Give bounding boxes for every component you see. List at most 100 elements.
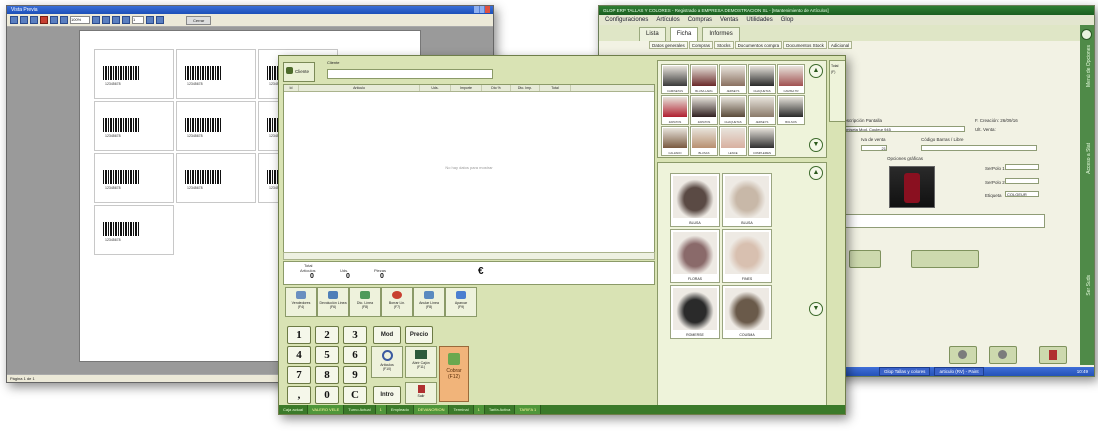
menu-configuraciones[interactable]: Configuraciones [605,15,648,25]
abrir-cajon-button[interactable]: Abrir Cajón (F11) [405,346,437,378]
key-precio[interactable]: Precio [405,326,433,344]
menu-utilidades[interactable]: Utilidades [746,15,772,25]
family-tile[interactable]: CHAQUETAS [748,64,776,94]
menu-glop[interactable]: Glop [781,15,794,25]
key-1[interactable]: 1 [287,326,311,344]
col-total[interactable]: Total [540,85,571,91]
col-importe[interactable]: Importe [451,85,482,91]
family-tile[interactable]: ZAPATOS [661,95,689,125]
product-tile[interactable]: ROMERSE [670,285,720,339]
key-6[interactable]: 6 [343,346,367,364]
col-uds[interactable]: Uds. [420,85,451,91]
client-button[interactable]: Cliente [283,62,315,82]
product-tile[interactable]: COUSMA [722,285,772,339]
side-acceso-stat[interactable]: Acceso a Stat [1086,143,1092,174]
subtab-documentos-compra[interactable]: Documentos compra [734,41,783,49]
tab-informes[interactable]: Informes [702,27,740,41]
prev-page-icon[interactable] [122,16,130,24]
next-page-icon[interactable] [146,16,154,24]
subtab-compras[interactable]: Compras [688,41,714,49]
side-ser-suds[interactable]: Ser Suds [1086,275,1092,296]
accept-button[interactable] [949,346,977,364]
product-tile[interactable]: FINES [722,229,772,283]
key-0[interactable]: 0 [315,386,339,404]
taskbar-item-glop[interactable]: Glop Tallas y colores [879,367,931,376]
export-icon[interactable] [50,16,58,24]
page-field[interactable]: 1 [132,16,144,24]
key-4[interactable]: 4 [287,346,311,364]
family-tile[interactable]: CAMISA TR [777,64,805,94]
col-dto-imp[interactable]: Dto. Imp. [511,85,540,91]
vendedores-button[interactable]: Vendedores (F4) [285,287,317,317]
key-comma[interactable]: , [287,386,311,404]
dto-linea-button[interactable]: Dto. Línea (F8) [349,287,381,317]
family-tile[interactable]: COMPLEMEN [748,126,776,156]
grid-scrollbar[interactable] [283,252,655,260]
key-8[interactable]: 8 [315,366,339,384]
cobrar-button[interactable]: Cobrar (F12) [439,346,469,402]
close-preview-button[interactable]: Cerrar [186,15,212,25]
col-dto[interactable]: Dto % [482,85,511,91]
subtab-stocks[interactable]: Stocks [714,41,734,49]
aparcar-button[interactable]: Aparcar (F9) [445,287,477,317]
first-page-icon[interactable] [112,16,120,24]
devolucion-button[interactable]: Devolución Línea (F6) [317,287,349,317]
products-up-icon[interactable]: ▲ [809,166,823,180]
articulos-button[interactable]: Artículos (F10) [371,346,403,378]
taskbar-item-paint[interactable]: articulo (RV) - Paint [934,367,984,376]
families-down-icon[interactable]: ▼ [809,138,823,152]
family-tile[interactable]: JERSEYS [719,64,747,94]
key-2[interactable]: 2 [315,326,339,344]
serpolo2-field[interactable] [1005,178,1039,184]
col-id[interactable]: Id [284,85,299,91]
key-mod[interactable]: Mod [373,326,401,344]
save-icon[interactable] [20,16,28,24]
product-tile[interactable]: BLUSA [670,173,720,227]
color-field[interactable]: COLGEUR [1005,191,1039,197]
side-add-icon[interactable] [1081,29,1092,40]
serpolo1-field[interactable] [1005,164,1039,170]
anular-linea-button[interactable]: Anular Línea (F8) [413,287,445,317]
zoom-field[interactable]: 100% [70,16,90,24]
product-tile[interactable]: BLUSA [722,173,772,227]
subtab-datos-generales[interactable]: Datos generales [649,41,688,49]
subtab-adicional[interactable]: Adicional [827,41,853,49]
family-tile[interactable]: CAMISETAS [661,64,689,94]
key-9[interactable]: 9 [343,366,367,384]
key-7[interactable]: 7 [287,366,311,384]
exit-button[interactable] [1039,346,1067,364]
side-menu-opciones[interactable]: Menú de Opciones [1086,45,1092,87]
barras-field[interactable] [921,145,1037,151]
pdf-icon[interactable] [40,16,48,24]
observaciones-field[interactable] [839,214,1045,228]
family-tile[interactable]: ZAPATOS [690,95,718,125]
key-3[interactable]: 3 [343,326,367,344]
tab-lista[interactable]: Lista [639,27,666,41]
tallas-colores-button[interactable] [911,250,979,268]
family-tile[interactable]: LENCE [719,126,747,156]
search-icon[interactable] [60,16,68,24]
borrar-linea-button[interactable]: Borrar Lin. (F7) [381,287,413,317]
col-articulo[interactable]: Artículo [299,85,420,91]
cancel-button[interactable] [989,346,1017,364]
page-single-icon[interactable] [92,16,100,24]
option-button[interactable] [849,250,881,268]
descripcion-field[interactable]: Camiseta Mod. Couleur 945 [839,126,965,132]
family-tile[interactable]: BOLSOS [777,95,805,125]
menu-ventas[interactable]: Ventas [720,15,738,25]
family-tile[interactable]: CALZADO [661,126,689,156]
subtab-documentos-stock[interactable]: Documentos Stock [783,41,827,49]
products-down-icon[interactable]: ▼ [809,302,823,316]
open-icon[interactable] [30,16,38,24]
family-tile[interactable]: JERSEYS [748,95,776,125]
sale-lines-grid[interactable]: Id Artículo Uds. Importe Dto % Dto. Imp.… [283,84,655,254]
key-intro[interactable]: Intro [373,386,401,404]
menu-articulos[interactable]: Artículos [656,15,679,25]
salir-button[interactable]: Salir [405,382,437,404]
family-tile[interactable]: BLUSAS [690,126,718,156]
last-page-icon[interactable] [156,16,164,24]
product-tile[interactable]: FLORAS [670,229,720,283]
page-multi-icon[interactable] [102,16,110,24]
window-controls-icon[interactable] [474,6,490,13]
iva-field[interactable]: 21 [861,145,887,151]
